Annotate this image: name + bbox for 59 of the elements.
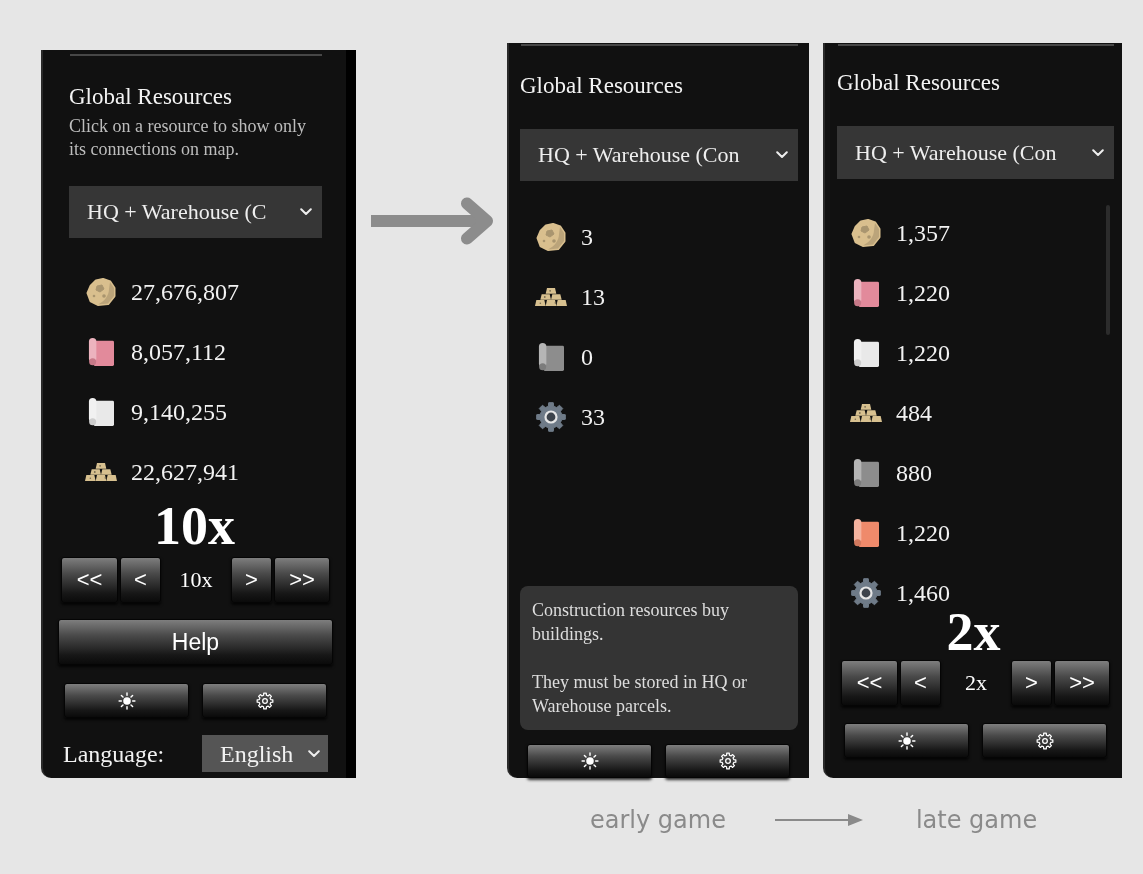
sun-icon: [897, 731, 916, 750]
brightness-button[interactable]: [527, 744, 652, 778]
resource-amount: 1,357: [896, 219, 950, 247]
speed-multiplier-label: 10x: [153, 502, 236, 550]
resource-amount: 22,627,941: [131, 458, 239, 486]
resource-amount: 1,220: [896, 339, 950, 367]
panel-title: Global Resources: [68, 84, 233, 110]
info-text: Construction resources buy buildings.: [532, 599, 730, 646]
chevron-down-icon: [300, 208, 312, 216]
settings-icon: [255, 691, 274, 710]
panel-title: Global Resources: [836, 70, 1001, 96]
speed-readout: 2x: [964, 670, 988, 696]
chevron-down-icon: [308, 749, 320, 758]
chevron-down-icon: [1092, 148, 1104, 157]
language-label: Language:: [63, 739, 165, 768]
resource-amount: 484: [896, 399, 932, 427]
right-arrow-icon: [371, 197, 495, 245]
speed-button[interactable]: <<: [841, 660, 898, 706]
speed-multiplier-label: 2x: [946, 608, 1002, 656]
panel-title: Global Resources: [519, 73, 684, 99]
resource-amount: 9,140,255: [131, 398, 227, 426]
speed-readout: 10x: [178, 567, 214, 593]
help-button[interactable]: Help: [58, 619, 333, 665]
speed-button[interactable]: >: [1011, 660, 1052, 706]
language-dropdown[interactable]: English: [202, 735, 328, 772]
settings-button[interactable]: [665, 744, 790, 778]
settings-button[interactable]: [982, 723, 1107, 758]
speed-button[interactable]: <: [900, 660, 941, 706]
right-arrow-icon: [774, 814, 863, 826]
resource-filter-dropdown[interactable]: HQ + Warehouse (Con: [837, 126, 1114, 179]
info-text: They must be stored in HQ or Warehouse parcels.: [532, 671, 748, 718]
resource-amount: 8,057,112: [131, 338, 227, 366]
speed-button[interactable]: <: [120, 557, 161, 603]
resource-amount: 27,676,807: [131, 278, 239, 306]
sun-icon: [580, 752, 599, 770]
resource-amount: 3: [581, 223, 593, 251]
speed-button[interactable]: <<: [61, 557, 118, 603]
chevron-down-icon: [776, 151, 788, 159]
panel-description: Click on a resource to show only its connections on map.: [68, 115, 307, 161]
resource-amount: 1,220: [896, 519, 950, 547]
settings-icon: [1035, 731, 1054, 750]
resource-amount: 880: [896, 459, 932, 487]
speed-button[interactable]: >: [231, 557, 272, 603]
resource-amount: 33: [581, 403, 605, 431]
resource-filter-dropdown[interactable]: HQ + Warehouse (C: [69, 186, 322, 238]
resource-amount: 0: [581, 343, 593, 371]
resource-amount: 1,220: [896, 279, 950, 307]
settings-icon: [718, 752, 737, 770]
speed-button[interactable]: >>: [274, 557, 330, 603]
sun-icon: [117, 691, 136, 710]
brightness-button[interactable]: [844, 723, 969, 758]
resource-amount: 13: [581, 283, 605, 311]
settings-button[interactable]: [202, 683, 327, 718]
stage-caption: late game: [915, 805, 1038, 835]
speed-button[interactable]: >>: [1054, 660, 1110, 706]
resource-amount: 1,460: [896, 579, 950, 607]
stage-caption: early game: [590, 805, 726, 835]
brightness-button[interactable]: [64, 683, 189, 718]
resource-filter-dropdown[interactable]: HQ + Warehouse (Con: [520, 129, 798, 181]
